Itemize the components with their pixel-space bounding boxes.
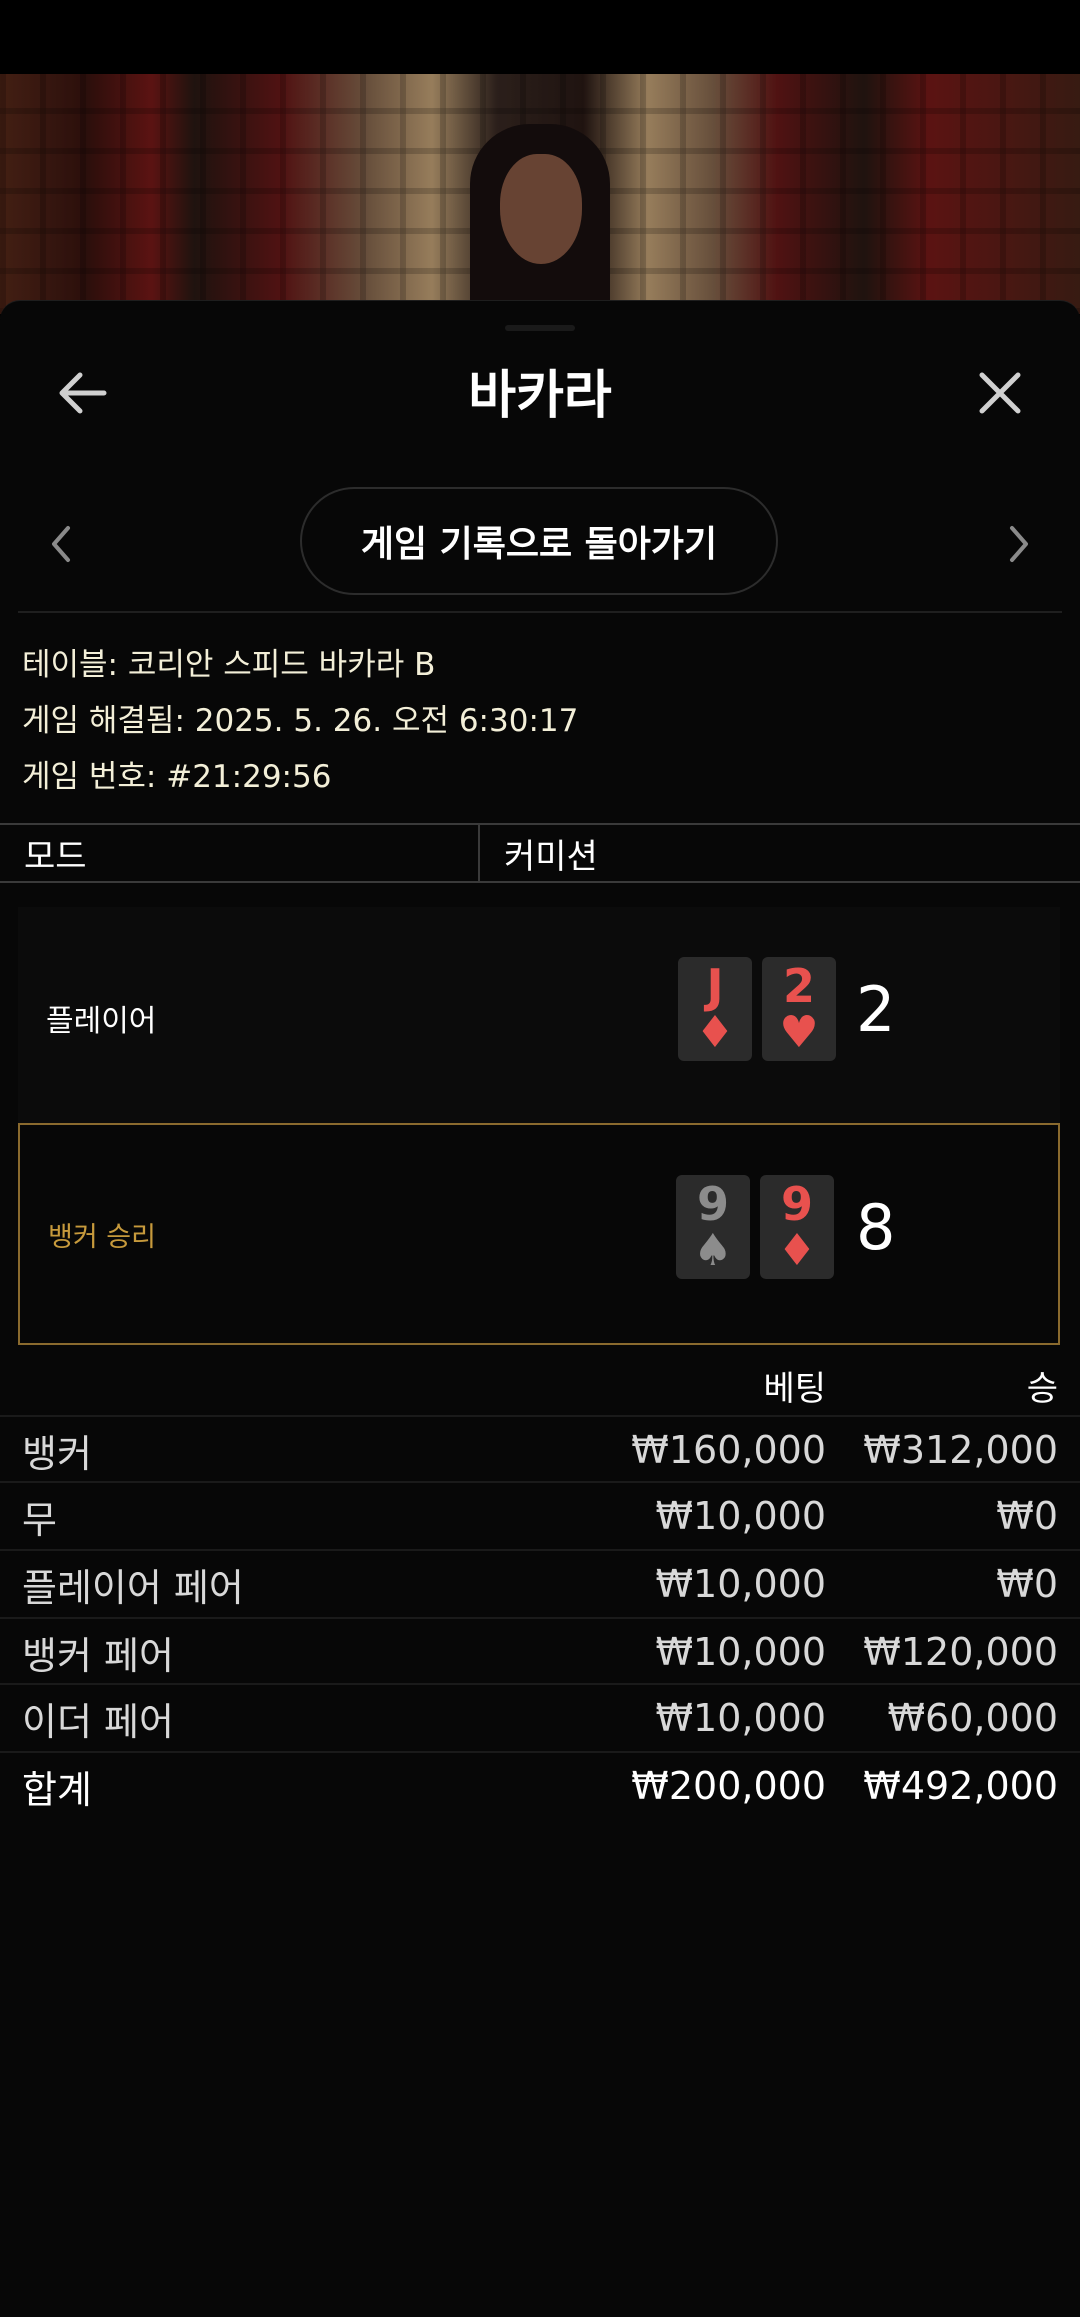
status-bar	[0, 0, 1080, 74]
game-number: 게임 번호: #21:29:56	[22, 759, 332, 795]
page-title: 바카라	[468, 366, 612, 426]
hand-score: 2	[856, 972, 896, 1046]
hand-label: 뱅커 승리	[48, 1221, 156, 1253]
next-game-button[interactable]	[1000, 519, 1040, 569]
mode-value: 커미션	[504, 836, 598, 877]
mode-bar: 모드 커미션	[0, 823, 1080, 883]
playing-card: 9 ♦	[760, 1175, 834, 1279]
hand-label: 플레이어	[46, 1004, 157, 1039]
mode-label: 모드	[24, 836, 87, 877]
hand-score: 8	[856, 1190, 896, 1264]
chevron-left-icon	[52, 526, 70, 562]
divider	[18, 611, 1062, 613]
table-row: 뱅커 ₩160,000 ₩312,000	[0, 1415, 1080, 1481]
game-history-sheet: 바카라 게임 기록으로 돌아가기 테이블: 코리안 스피드 바카라 B 게임 해…	[0, 300, 1080, 2317]
total-row: 합계 ₩200,000 ₩492,000	[0, 1751, 1080, 1817]
table-row: 무 ₩10,000 ₩0	[0, 1481, 1080, 1547]
table-row: 뱅커 페어 ₩10,000 ₩120,000	[0, 1617, 1080, 1683]
previous-game-button[interactable]	[40, 519, 80, 569]
diamond-icon: ♦	[695, 1007, 735, 1058]
player-hand-row: 플레이어 J ♦ 2 ♥ 2	[18, 907, 1060, 1129]
banker-hand-row: 뱅커 승리 9 ♠ 9 ♦ 8	[18, 1123, 1060, 1345]
spade-icon: ♠	[693, 1225, 733, 1276]
win-column-header: 승	[1026, 1369, 1058, 1409]
live-video-feed	[0, 74, 1080, 314]
resolved-time: 게임 해결됨: 2025. 5. 26. 오전 6:30:17	[22, 703, 579, 739]
bet-column-header: 베팅	[763, 1369, 826, 1409]
heart-icon: ♥	[779, 1007, 819, 1058]
table-row: 이더 페어 ₩10,000 ₩60,000	[0, 1683, 1080, 1749]
diamond-icon: ♦	[777, 1225, 817, 1276]
close-button[interactable]	[968, 361, 1032, 425]
table-name: 테이블: 코리안 스피드 바카라 B	[22, 647, 436, 683]
chevron-right-icon	[1010, 526, 1028, 562]
sheet-handle[interactable]	[505, 325, 575, 331]
back-to-history-button[interactable]: 게임 기록으로 돌아가기	[300, 487, 778, 595]
playing-card: 9 ♠	[676, 1175, 750, 1279]
table-row: 플레이어 페어 ₩10,000 ₩0	[0, 1549, 1080, 1615]
playing-card: 2 ♥	[762, 957, 836, 1061]
close-icon	[979, 372, 1021, 414]
playing-card: J ♦	[678, 957, 752, 1061]
